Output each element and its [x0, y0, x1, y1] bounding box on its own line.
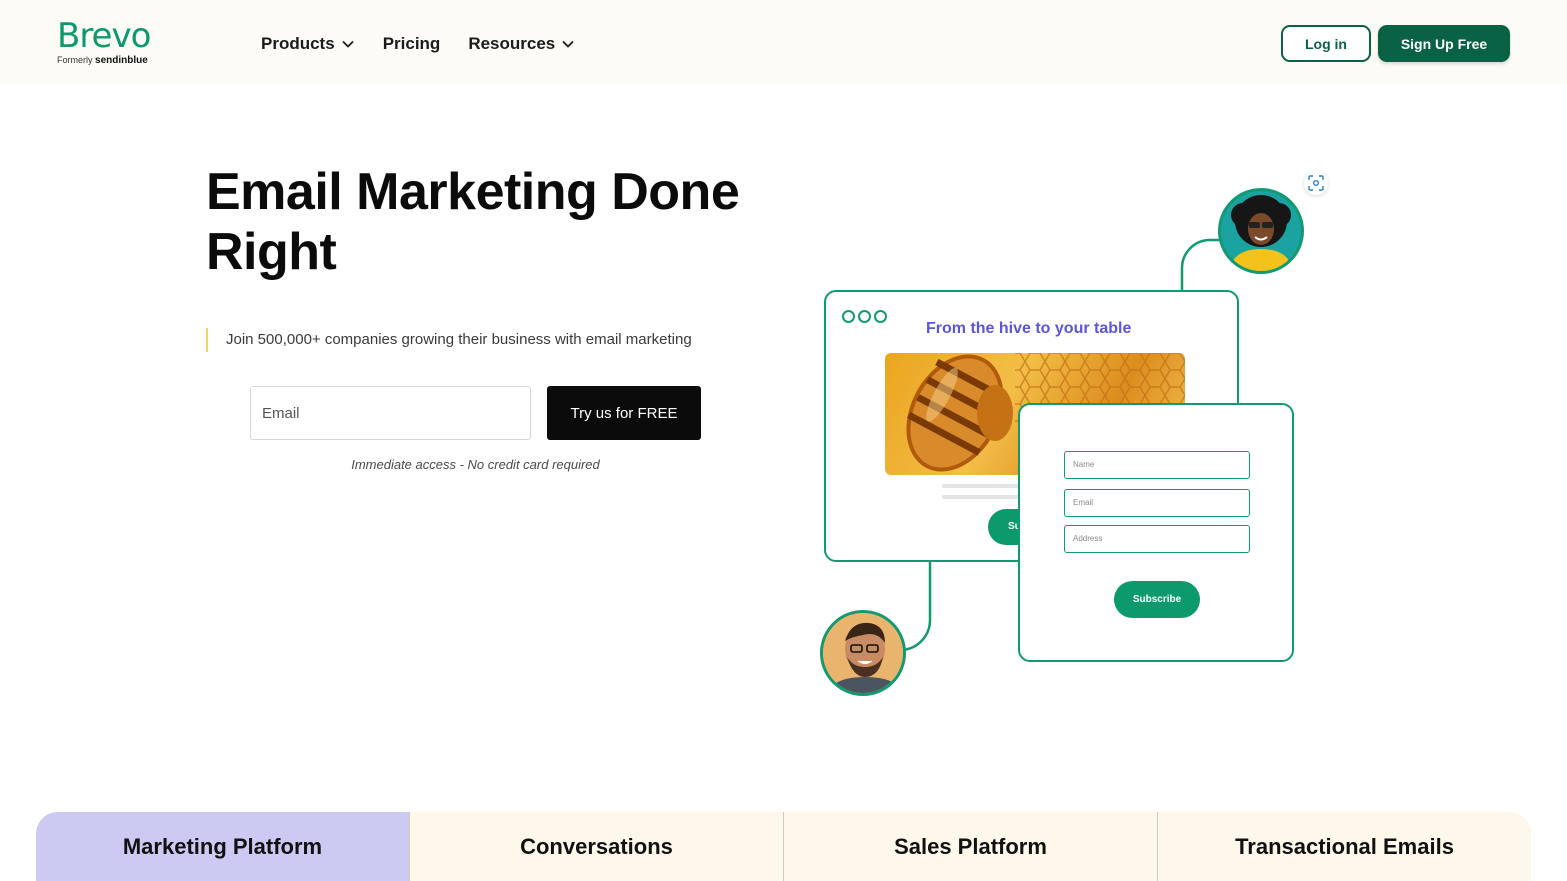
chevron-down-icon	[342, 40, 354, 48]
nav-pricing[interactable]: Pricing	[383, 34, 441, 54]
chevron-down-icon	[562, 40, 574, 48]
hero-title: Email Marketing Done Right	[206, 163, 740, 281]
nav-resources-label: Resources	[468, 34, 556, 53]
avatar-woman	[1218, 188, 1304, 274]
signup-button[interactable]: Sign Up Free	[1378, 25, 1510, 62]
logo-formerly-line: Formerly sendinblue	[57, 55, 150, 66]
man-portrait-icon	[823, 613, 903, 693]
connector-line-bottom	[901, 560, 932, 652]
window-dot	[842, 310, 855, 323]
tab-marketing-platform[interactable]: Marketing Platform	[36, 812, 410, 881]
form-address-field: Address	[1064, 525, 1250, 553]
email-input[interactable]	[250, 386, 531, 440]
avatar-man	[820, 610, 906, 696]
main-nav: Products Pricing Resources	[261, 34, 575, 54]
access-note: Immediate access - No credit card requir…	[351, 457, 600, 472]
logo-formerly-text: Formerly	[57, 55, 93, 65]
nav-products-label: Products	[261, 34, 335, 53]
subscribe-button: Subscribe	[1114, 581, 1200, 618]
hero-subtitle: Join 500,000+ companies growing their bu…	[206, 328, 692, 352]
site-header: Brevo Formerly sendinblue Products Prici…	[0, 0, 1567, 84]
window-dot	[874, 310, 887, 323]
window-dots	[842, 310, 887, 323]
woman-portrait-icon	[1221, 191, 1301, 271]
email-preview-title: From the hive to your table	[926, 320, 1132, 337]
placeholder-line	[942, 495, 1022, 499]
try-free-button[interactable]: Try us for FREE	[547, 386, 701, 440]
nav-pricing-label: Pricing	[382, 34, 441, 53]
placeholder-line	[942, 484, 1022, 488]
tab-conversations[interactable]: Conversations	[410, 812, 784, 881]
nav-resources[interactable]: Resources	[468, 34, 575, 54]
logo-old-name: sendinblue	[95, 55, 148, 66]
hero-illustration: From the hive to your table Su Name Emai…	[810, 170, 1340, 710]
brevo-logo[interactable]: Brevo Formerly sendinblue	[57, 16, 151, 66]
nav-products[interactable]: Products	[261, 34, 355, 54]
form-name-field: Name	[1064, 451, 1250, 479]
signup-form-card: Name Email Address Subscribe	[1018, 403, 1294, 662]
tab-sales-platform[interactable]: Sales Platform	[784, 812, 1158, 881]
product-tabs: Marketing Platform Conversations Sales P…	[36, 812, 1531, 881]
logo-wordmark: Brevo	[57, 16, 151, 56]
window-dot	[858, 310, 871, 323]
tab-transactional-emails[interactable]: Transactional Emails	[1158, 812, 1531, 881]
login-button[interactable]: Log in	[1281, 25, 1371, 62]
form-email-field: Email	[1064, 489, 1250, 517]
